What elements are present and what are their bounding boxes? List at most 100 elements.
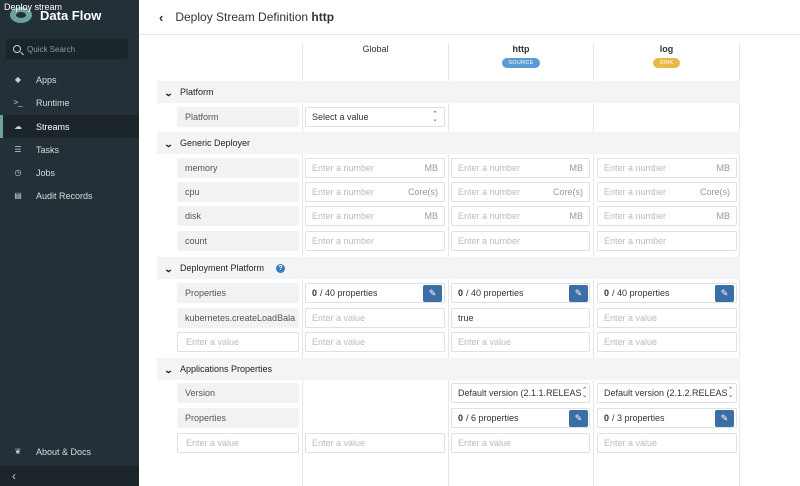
page-header: ‹ Deploy Stream Definition http	[139, 0, 800, 35]
cpu-http-input[interactable]: Enter a number Core(s)	[451, 182, 590, 202]
properties-total: / 40 properties	[320, 288, 378, 298]
log-version-select[interactable]: Default version (2.1.2.RELEAS ⌃ ⌄	[597, 383, 737, 403]
sidebar-item-label: About & Docs	[36, 446, 92, 457]
disk-http-input[interactable]: Enter a number MB	[451, 206, 590, 226]
unit-label: MB	[716, 211, 731, 221]
column-label: Global	[362, 44, 389, 54]
column-header-log: log SINK	[594, 44, 739, 68]
row-label-properties: Properties	[177, 283, 299, 303]
sink-badge: SINK	[653, 58, 680, 68]
pencil-icon: ✎	[720, 413, 729, 423]
section-title: Generic Deployer	[180, 138, 251, 148]
load-balancer-log-input[interactable]: Enter a value	[597, 308, 737, 328]
sidebar-item-audit-records[interactable]: ▤ Audit Records	[0, 184, 139, 207]
new-app-property-log-input[interactable]: Enter a value	[597, 433, 737, 453]
new-app-property-global-input[interactable]: Enter a value	[305, 433, 445, 453]
cpu-log-input[interactable]: Enter a number Core(s)	[597, 182, 737, 202]
sidebar-item-jobs[interactable]: ◷ Jobs	[0, 161, 139, 184]
cpu-global-input[interactable]: Enter a number Core(s)	[305, 182, 445, 202]
platform-select[interactable]: Select a value ⌃ ⌄	[305, 107, 445, 127]
column-header-global: Global	[303, 44, 448, 54]
disk-log-input[interactable]: Enter a number MB	[597, 206, 737, 226]
section-bar	[157, 81, 740, 103]
unit-label: Core(s)	[552, 187, 583, 197]
input-placeholder: Enter a value	[186, 438, 240, 448]
edit-properties-button[interactable]: ✎	[715, 285, 734, 302]
audit-icon: ▤	[14, 191, 22, 200]
sidebar-item-label: Streams	[36, 121, 70, 132]
search-input[interactable]: Quick Search	[6, 39, 128, 59]
column-header-http: http SOURCE	[449, 44, 593, 68]
section-deployment-platform-toggle[interactable]: ⌄ Deployment Platform ?	[164, 257, 286, 279]
input-placeholder: Enter a number	[312, 163, 375, 173]
count-log-input[interactable]: Enter a number	[597, 231, 737, 251]
row-label-app-properties: Properties	[177, 408, 299, 428]
sidebar-item-streams[interactable]: ☁ Streams	[0, 115, 139, 138]
memory-global-input[interactable]: Enter a number MB	[305, 158, 445, 178]
load-balancer-global-input[interactable]: Enter a value	[305, 308, 445, 328]
sidebar-item-label: Tasks	[36, 144, 60, 155]
properties-total: / 3 properties	[612, 413, 665, 423]
new-property-log-input[interactable]: Enter a value	[597, 332, 737, 352]
back-chevron-icon[interactable]: ‹	[159, 10, 163, 25]
input-placeholder: Enter a number	[604, 211, 667, 221]
properties-count: 0	[604, 288, 610, 298]
row-label-disk: disk	[177, 206, 299, 226]
input-placeholder: Enter a number	[604, 236, 667, 246]
input-placeholder: Enter a number	[604, 163, 667, 173]
row-label-platform: Platform	[177, 107, 299, 127]
input-placeholder: Enter a number	[458, 236, 521, 246]
count-http-input[interactable]: Enter a number	[451, 231, 590, 251]
input-placeholder: Enter a value	[604, 438, 658, 448]
cloud-icon: ☁	[14, 122, 22, 131]
select-value: Default version (2.1.2.RELEAS	[604, 388, 728, 398]
section-applications-properties-toggle[interactable]: ⌄ Applications Properties	[164, 358, 272, 380]
select-arrows-icon: ⌃ ⌄	[727, 387, 734, 399]
new-property-http-input[interactable]: Enter a value	[451, 332, 590, 352]
memory-log-input[interactable]: Enter a number MB	[597, 158, 737, 178]
edit-properties-button[interactable]: ✎	[715, 410, 734, 427]
input-placeholder: Enter a value	[312, 337, 366, 347]
disk-global-input[interactable]: Enter a number MB	[305, 206, 445, 226]
edit-properties-button[interactable]: ✎	[569, 285, 588, 302]
select-value: Default version (2.1.1.RELEAS	[458, 388, 582, 398]
select-value: Select a value	[312, 112, 369, 122]
help-icon[interactable]: ?	[276, 263, 286, 273]
sidebar-item-label: Apps	[36, 74, 57, 85]
chevron-down-icon: ⌄	[163, 138, 174, 149]
new-property-global-input[interactable]: Enter a value	[305, 332, 445, 352]
unit-label: Core(s)	[407, 187, 438, 197]
edit-properties-button[interactable]: ✎	[569, 410, 588, 427]
chevron-down-icon: ⌄	[163, 87, 174, 98]
sidebar-item-runtime[interactable]: >_ Runtime	[0, 91, 139, 114]
search-placeholder: Quick Search	[27, 44, 76, 54]
input-placeholder: Enter a value	[458, 438, 512, 448]
memory-http-input[interactable]: Enter a number MB	[451, 158, 590, 178]
column-label: http	[512, 44, 530, 54]
section-platform-toggle[interactable]: ⌄ Platform	[163, 81, 214, 103]
http-version-select[interactable]: Default version (2.1.1.RELEAS ⌃ ⌄	[451, 383, 590, 403]
sidebar-collapse-button[interactable]: ‹	[0, 466, 139, 486]
load-balancer-http-input[interactable]: true	[451, 308, 590, 328]
sidebar-item-apps[interactable]: ◆ Apps	[0, 68, 139, 91]
clock-icon: ◷	[14, 168, 22, 177]
pencil-icon: ✎	[720, 288, 729, 298]
row-label-cpu: cpu	[177, 182, 299, 202]
new-app-property-key-input[interactable]: Enter a value	[177, 433, 299, 453]
input-placeholder: Enter a value	[604, 313, 658, 323]
tags-icon: ◆	[14, 75, 22, 84]
terminal-icon: >_	[13, 98, 23, 107]
count-global-input[interactable]: Enter a number	[305, 231, 445, 251]
sidebar-item-tasks[interactable]: ☰ Tasks	[0, 138, 139, 161]
select-arrows-icon: ⌃ ⌄	[581, 387, 588, 399]
section-generic-deployer-toggle[interactable]: ⌄ Generic Deployer	[163, 132, 251, 154]
sidebar-item-label: Audit Records	[36, 190, 93, 201]
leaf-icon: ❦	[14, 447, 22, 456]
sidebar-item-about[interactable]: ❦ About & Docs	[0, 440, 139, 463]
new-app-property-http-input[interactable]: Enter a value	[451, 433, 590, 453]
list-icon: ☰	[14, 145, 22, 154]
new-property-key-input[interactable]: Enter a value	[177, 332, 299, 352]
properties-total: / 40 properties	[612, 288, 670, 298]
properties-total: / 6 properties	[466, 413, 519, 423]
edit-properties-button[interactable]: ✎	[423, 285, 442, 302]
